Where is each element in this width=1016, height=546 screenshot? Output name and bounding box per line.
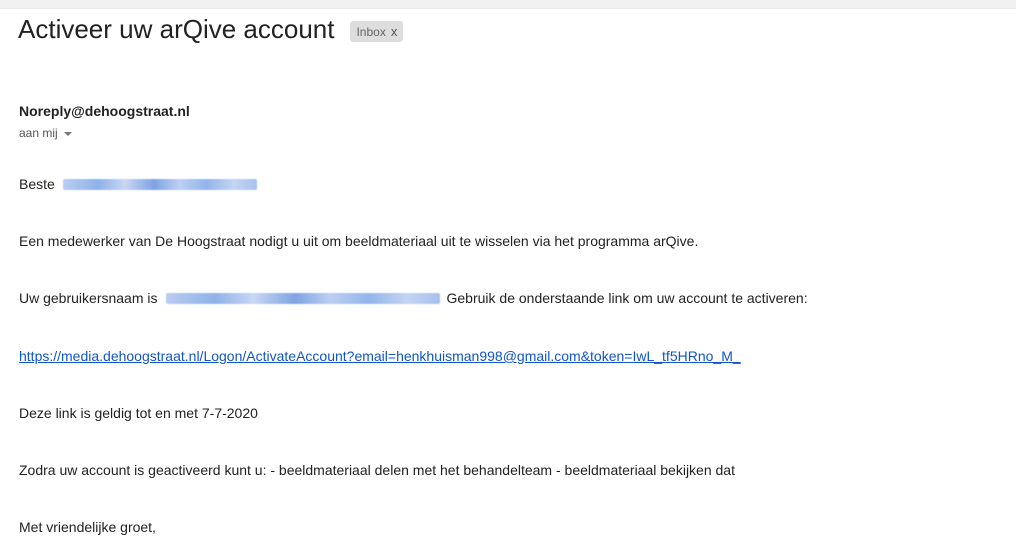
remove-label-icon[interactable]: x bbox=[391, 24, 398, 39]
features-line: Zodra uw account is geactiveerd kunt u: … bbox=[19, 462, 735, 478]
chevron-down-icon[interactable] bbox=[63, 132, 72, 136]
username-suffix: Gebruik de onderstaande link om uw accou… bbox=[446, 290, 808, 306]
validity-text: Deze link is geldig tot en met 7-7-2020 bbox=[19, 405, 258, 421]
validity-line: Deze link is geldig tot en met 7-7-2020 bbox=[19, 405, 258, 421]
features-text: Zodra uw account is geactiveerd kunt u: … bbox=[19, 462, 735, 478]
intro-line: Een medewerker van De Hoogstraat nodigt … bbox=[19, 233, 698, 249]
inbox-label-chip[interactable]: Inbox x bbox=[350, 21, 404, 42]
redacted-username bbox=[165, 292, 440, 304]
recipient-text: aan mij bbox=[19, 126, 58, 140]
redacted-email bbox=[62, 178, 257, 190]
email-subject: Activeer uw arQive account bbox=[18, 14, 335, 44]
intro-text: Een medewerker van De Hoogstraat nodigt … bbox=[19, 233, 699, 249]
activation-link[interactable]: https://media.dehoogstraat.nl/Logon/Acti… bbox=[19, 348, 741, 364]
activation-link-line: https://media.dehoogstraat.nl/Logon/Acti… bbox=[19, 348, 741, 364]
username-line: Uw gebruikersnaam is Gebruik de ondersta… bbox=[19, 290, 808, 306]
subject-row: Activeer uw arQive account Inbox x bbox=[18, 14, 404, 45]
inbox-label-text: Inbox bbox=[356, 24, 386, 39]
top-strip bbox=[0, 0, 1016, 9]
sender-address[interactable]: Noreply@dehoogstraat.nl bbox=[19, 103, 190, 119]
recipient-details-toggle[interactable]: aan mij bbox=[19, 126, 72, 140]
greeting-line: Beste bbox=[19, 176, 257, 192]
greeting-text: Beste bbox=[19, 176, 55, 192]
closing-text: Met vriendelijke groet, bbox=[19, 519, 156, 535]
username-prefix: Uw gebruikersnaam is bbox=[19, 290, 158, 306]
closing-line: Met vriendelijke groet, bbox=[19, 519, 156, 535]
